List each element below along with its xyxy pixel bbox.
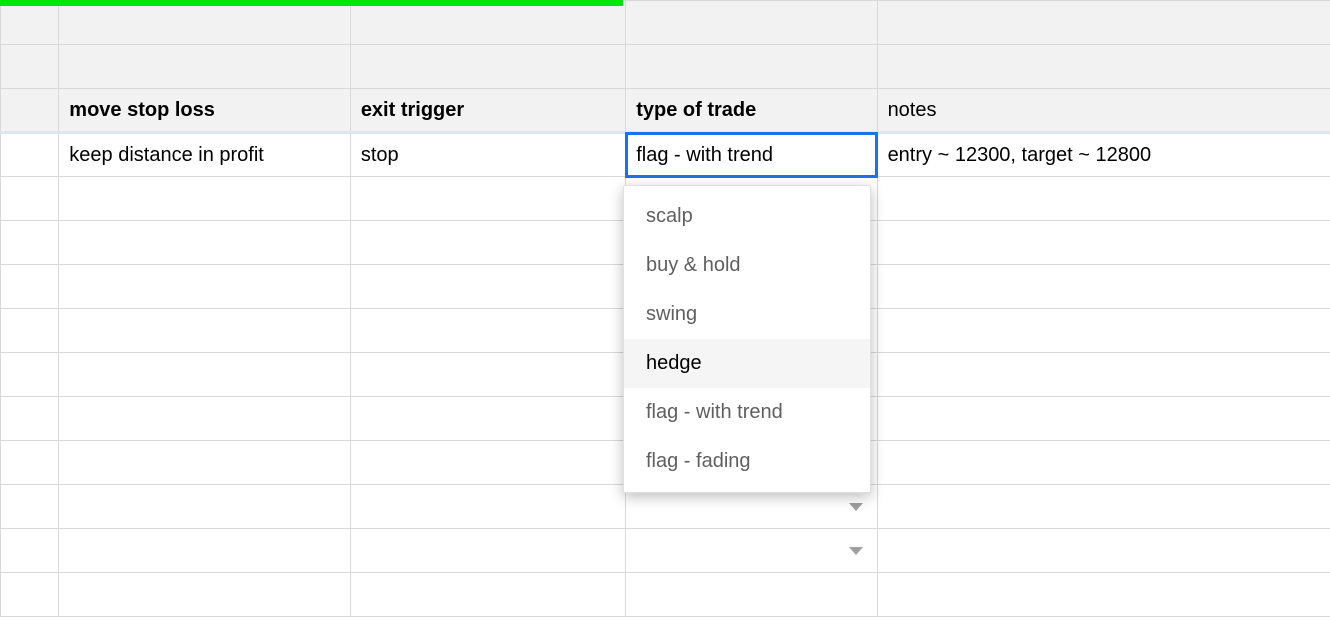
cell[interactable] [1,1,59,45]
cell[interactable] [350,265,625,309]
cell[interactable] [59,309,351,353]
dropdown-option[interactable]: flag - with trend [624,388,870,437]
data-validation-dropdown: scalp buy & hold swing hedge flag - with… [623,185,871,493]
cell[interactable] [59,573,351,617]
cell[interactable] [877,177,1330,221]
cell[interactable] [1,573,59,617]
cell-notes[interactable]: entry ~ 12300, target ~ 12800 [877,133,1330,177]
cell[interactable] [877,397,1330,441]
dropdown-option[interactable]: scalp [624,192,870,241]
cell[interactable] [350,45,625,89]
cell-type-of-trade-active[interactable]: flag - with trend [626,133,877,177]
cell[interactable] [1,221,59,265]
cell-exit-trigger[interactable]: stop [350,133,625,177]
cell[interactable] [350,309,625,353]
cell[interactable] [350,485,625,529]
dropdown-option[interactable]: flag - fading [624,437,870,486]
cell[interactable] [626,1,877,45]
cell[interactable] [350,353,625,397]
cell-type-of-trade-dropdown[interactable] [626,529,877,573]
cell[interactable] [877,353,1330,397]
cell[interactable] [1,397,59,441]
cell[interactable] [626,573,877,617]
cell[interactable] [877,485,1330,529]
cell[interactable] [59,45,351,89]
cell[interactable] [1,177,59,221]
cell[interactable] [626,45,877,89]
cell[interactable] [877,441,1330,485]
cell[interactable] [350,177,625,221]
formula-highlight-bar [0,0,623,6]
cell[interactable] [59,1,351,45]
dropdown-option[interactable]: buy & hold [624,241,870,290]
cell[interactable] [1,441,59,485]
cell[interactable] [350,441,625,485]
cell[interactable] [59,529,351,573]
cell[interactable] [1,133,59,177]
cell[interactable] [59,221,351,265]
cell[interactable] [59,397,351,441]
cell[interactable] [59,353,351,397]
cell[interactable] [1,265,59,309]
cell[interactable] [877,309,1330,353]
cell[interactable] [877,529,1330,573]
cell[interactable] [350,397,625,441]
cell[interactable] [59,485,351,529]
cell[interactable] [1,485,59,529]
cell[interactable] [1,89,59,133]
cell[interactable] [350,573,625,617]
cell[interactable] [350,221,625,265]
cell[interactable] [877,265,1330,309]
cell[interactable] [877,573,1330,617]
cell[interactable] [1,309,59,353]
chevron-down-icon [849,547,863,555]
cell[interactable] [877,45,1330,89]
cell[interactable] [59,441,351,485]
cell[interactable] [877,221,1330,265]
cell[interactable] [1,353,59,397]
dropdown-option[interactable]: swing [624,290,870,339]
cell-value: flag - with trend [636,144,773,166]
cell[interactable] [1,529,59,573]
cell-move-stop-loss[interactable]: keep distance in profit [59,133,351,177]
cell[interactable] [350,1,625,45]
cell[interactable] [59,265,351,309]
cell[interactable] [877,1,1330,45]
header-notes[interactable]: notes [877,89,1330,133]
cell[interactable] [59,177,351,221]
cell[interactable] [1,45,59,89]
header-move-stop-loss[interactable]: move stop loss [59,89,351,133]
chevron-down-icon [849,503,863,511]
header-type-of-trade[interactable]: type of trade [626,89,877,133]
cell[interactable] [350,529,625,573]
header-exit-trigger[interactable]: exit trigger [350,89,625,133]
dropdown-option[interactable]: hedge [624,339,870,388]
